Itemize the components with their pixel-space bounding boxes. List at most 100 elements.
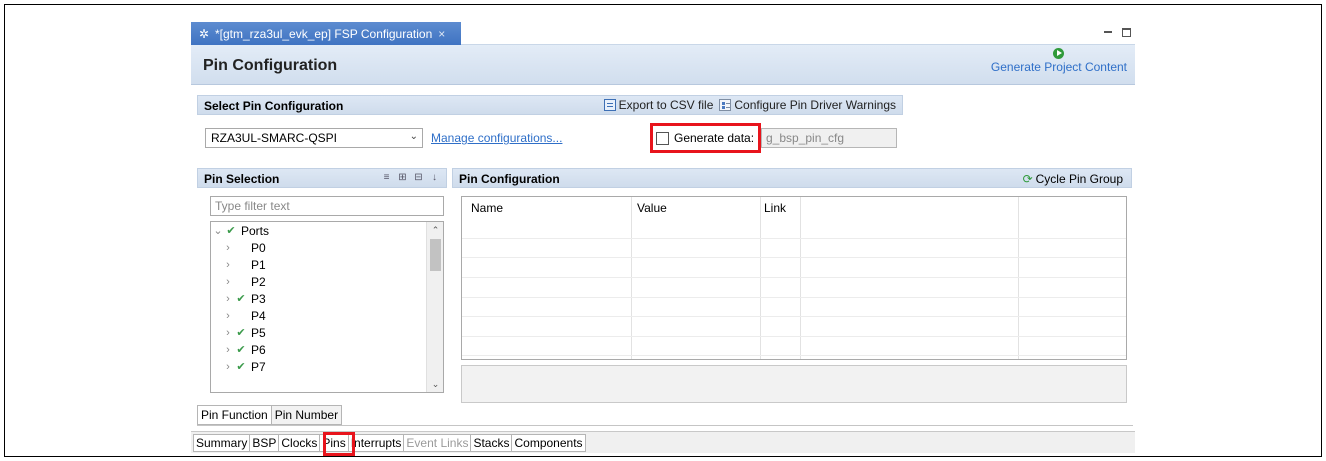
table-row [462, 277, 1126, 278]
pins-tab-highlight [323, 432, 355, 456]
sort-alpha-icon[interactable]: ↓ [429, 172, 440, 183]
column-divider [631, 197, 632, 359]
scroll-thumb[interactable] [430, 239, 441, 271]
play-icon [1053, 48, 1065, 59]
check-icon: ✔ [226, 225, 236, 237]
tree-item-p1[interactable]: › P1 [211, 256, 443, 273]
chevron-right-icon[interactable]: › [221, 361, 235, 373]
editor-tab-bar: ✲ *[gtm_rza3ul_evk_ep] FSP Configuration… [191, 22, 1135, 45]
pin-configuration-header: Pin Configuration ⟳ Cycle Pin Group [452, 168, 1132, 188]
maximize-button[interactable] [1121, 25, 1131, 37]
tab-event-links[interactable]: Event Links [403, 434, 472, 452]
generate-data-label: Generate data: [674, 131, 755, 145]
tab-stacks[interactable]: Stacks [470, 434, 513, 452]
pin-selection-tools: ≡ ⊞ ⊟ ↓ [381, 172, 440, 183]
configure-warnings-label: Configure Pin Driver Warnings [734, 98, 896, 112]
column-header-value[interactable]: Value [637, 201, 667, 215]
gear-icon: ✲ [198, 26, 210, 41]
table-row [462, 355, 1126, 356]
column-divider [800, 197, 801, 359]
tree-item-p2[interactable]: › P2 [211, 273, 443, 290]
warnings-list-icon [719, 99, 732, 111]
editor-tab-title: *[gtm_rza3ul_evk_ep] FSP Configuration [215, 26, 433, 41]
pin-configuration-table: Name Value Link [461, 196, 1127, 360]
csv-export-icon [603, 99, 616, 111]
tree-item-p5[interactable]: › ✔ P5 [211, 324, 443, 341]
chevron-down-icon[interactable]: ⌄ [211, 224, 225, 237]
chevron-right-icon[interactable]: › [221, 344, 235, 356]
pin-view-tabs: Pin Function Pin Number [197, 405, 343, 425]
column-header-link[interactable]: Link [764, 201, 786, 215]
chevron-right-icon[interactable]: › [221, 327, 235, 339]
tab-interrupts[interactable]: Interrupts [347, 434, 405, 452]
cycle-pin-group-button[interactable]: ⟳ Cycle Pin Group [1023, 172, 1123, 186]
chevron-down-icon: ⌄ [409, 131, 418, 142]
chevron-right-icon[interactable]: › [221, 310, 235, 322]
tree-item-label: P7 [251, 359, 266, 374]
tab-pin-number[interactable]: Pin Number [270, 405, 343, 425]
check-icon: ✔ [236, 327, 246, 339]
list-view-icon[interactable]: ≡ [381, 172, 392, 183]
collapse-all-icon[interactable]: ⊟ [413, 172, 424, 183]
check-icon: ✔ [236, 293, 246, 305]
select-pin-configuration-bar: Select Pin Configuration Export to CSV f… [197, 95, 903, 115]
close-icon[interactable]: × [438, 27, 445, 41]
generate-project-content-button[interactable]: Generate Project Content [991, 48, 1127, 74]
pin-tree: ⌄ ✔ Ports › P0 › P1 › P2 › ✔ P3 › P4 › ✔… [210, 221, 444, 393]
scroll-down-icon[interactable]: ⌄ [427, 376, 443, 392]
tree-item-ports[interactable]: ⌄ ✔ Ports [211, 222, 443, 239]
tree-item-label: P5 [251, 325, 266, 340]
configuration-tabs: Summary BSP Clocks Pins Interrupts Event… [191, 431, 1135, 456]
scroll-up-icon[interactable]: ⌃ [427, 222, 443, 238]
tree-item-p6[interactable]: › ✔ P6 [211, 341, 443, 358]
tree-item-p0[interactable]: › P0 [211, 239, 443, 256]
tab-components[interactable]: Components [511, 434, 586, 452]
tab-clocks[interactable]: Clocks [278, 434, 321, 452]
tree-item-label: P6 [251, 342, 266, 357]
pin-selection-title: Pin Selection [204, 172, 280, 186]
pin-configuration-select[interactable]: RZA3UL-SMARC-QSPI ⌄ [205, 128, 423, 148]
tree-scrollbar[interactable]: ⌃ ⌄ [426, 222, 443, 392]
fsp-configuration-editor: ✲ *[gtm_rza3ul_evk_ep] FSP Configuration… [191, 22, 1135, 456]
pin-selection-header: Pin Selection ≡ ⊞ ⊟ ↓ [197, 168, 447, 188]
minimize-button[interactable] [1103, 25, 1113, 37]
chevron-right-icon[interactable]: › [221, 259, 235, 271]
select-tools: Export to CSV file Configure Pin Driver … [603, 98, 896, 112]
tab-summary[interactable]: Summary [193, 434, 251, 452]
configure-warnings-button[interactable]: Configure Pin Driver Warnings [719, 98, 896, 112]
window-controls [1103, 25, 1131, 37]
maximize-icon [1121, 28, 1131, 37]
manage-configurations-link[interactable]: Manage configurations... [431, 131, 562, 145]
tree-item-label: P1 [251, 257, 266, 272]
minimize-icon [1104, 31, 1112, 33]
tree-item-label: P2 [251, 274, 266, 289]
pin-configuration-panel-title: Pin Configuration [459, 172, 560, 186]
configuration-tab-row: Summary BSP Clocks Pins Interrupts Event… [193, 434, 586, 452]
table-row [462, 257, 1126, 258]
export-csv-button[interactable]: Export to CSV file [603, 98, 713, 112]
chevron-right-icon[interactable]: › [221, 293, 235, 305]
column-divider [760, 197, 761, 359]
editor-tab[interactable]: ✲ *[gtm_rza3ul_evk_ep] FSP Configuration… [191, 22, 461, 45]
chevron-right-icon[interactable]: › [221, 242, 235, 254]
chevron-right-icon[interactable]: › [221, 276, 235, 288]
tree-item-label: P3 [251, 291, 266, 306]
generate-data-field[interactable]: g_bsp_pin_cfg [761, 128, 897, 148]
tree-item-p3[interactable]: › ✔ P3 [211, 290, 443, 307]
tree-item-p7[interactable]: › ✔ P7 [211, 358, 443, 375]
pin-configuration-selected: RZA3UL-SMARC-QSPI [211, 131, 338, 145]
generate-data-checkbox[interactable] [656, 132, 669, 145]
check-icon: ✔ [236, 344, 246, 356]
expand-all-icon[interactable]: ⊞ [397, 172, 408, 183]
pin-filter-input[interactable]: Type filter text [210, 196, 444, 216]
page-title: Pin Configuration [203, 57, 338, 74]
table-row [462, 297, 1126, 298]
tab-bsp[interactable]: BSP [249, 434, 280, 452]
tab-pin-function[interactable]: Pin Function [197, 405, 272, 425]
select-pin-configuration-title: Select Pin Configuration [204, 99, 344, 113]
column-divider [1018, 197, 1019, 359]
pin-details-area [461, 365, 1127, 403]
tree-item-p4[interactable]: › P4 [211, 307, 443, 324]
column-header-name[interactable]: Name [471, 201, 503, 215]
tree-item-label: P4 [251, 308, 266, 323]
